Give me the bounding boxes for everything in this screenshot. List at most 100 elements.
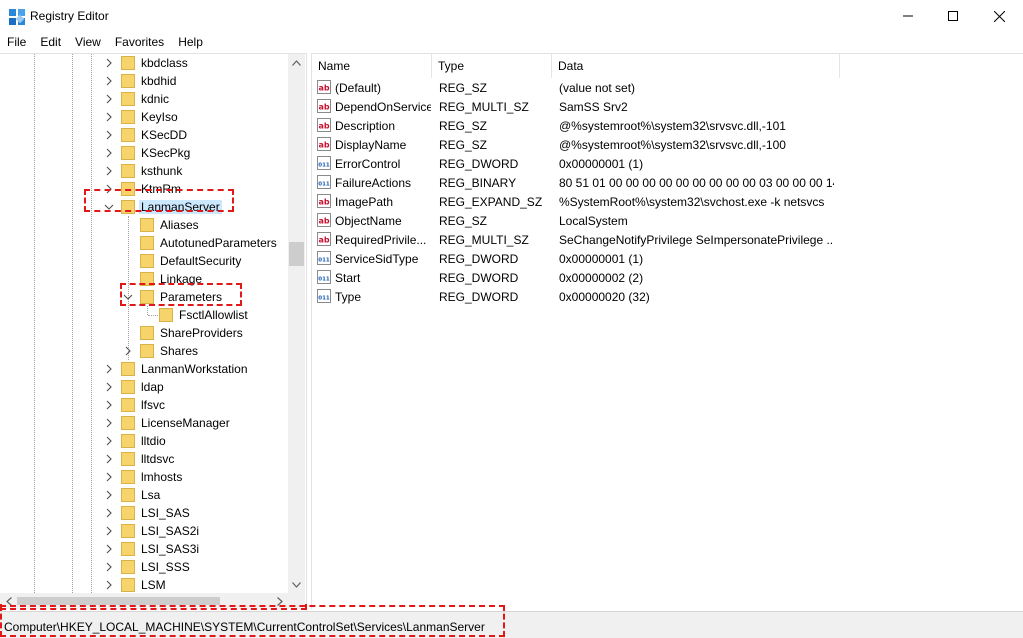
value-type: REG_SZ [439, 138, 488, 152]
tree-item-lsm[interactable]: LSM [0, 576, 288, 594]
string-value-icon: ab [317, 137, 331, 151]
menu-edit[interactable]: Edit [33, 32, 68, 52]
tree-item-lsa[interactable]: Lsa [0, 486, 288, 504]
chevron-right-icon[interactable] [104, 452, 114, 466]
value-row[interactable]: ab (Default) REG_SZ (value not set) [312, 78, 1023, 97]
tree-item-licensemanager[interactable]: LicenseManager [0, 414, 288, 432]
key-tree-pane[interactable]: kbdclass kbdhid kdnic KeyIso KSecDD KSecPkg ks… [0, 53, 307, 609]
tree-item-lsi-sss[interactable]: LSI_SSS [0, 558, 288, 576]
binary-value-icon: 011 [317, 289, 331, 303]
folder-icon [121, 92, 135, 106]
value-row[interactable]: 011 ErrorControl REG_DWORD 0x00000001 (1) [312, 154, 1023, 173]
menu-help[interactable]: Help [171, 32, 210, 52]
chevron-right-icon[interactable] [104, 74, 114, 88]
value-row[interactable]: ab Description REG_SZ @%systemroot%\system3… [312, 116, 1023, 135]
value-row[interactable]: ab ImagePath REG_EXPAND_SZ %SystemRoot%\sys… [312, 192, 1023, 211]
minimize-button[interactable] [885, 0, 931, 32]
value-type: REG_EXPAND_SZ [439, 195, 543, 209]
folder-icon [121, 524, 135, 538]
tree-item-shares[interactable]: Shares [0, 342, 288, 360]
chevron-right-icon[interactable] [104, 542, 114, 556]
tree-item-label: Aliases [160, 218, 199, 232]
folder-icon [140, 236, 154, 250]
tree-item-fsctlallowlist[interactable]: FsctlAllowlist [0, 306, 288, 324]
tree-item-defaultsecurity[interactable]: DefaultSecurity [0, 252, 288, 270]
chevron-right-icon[interactable] [123, 344, 133, 358]
chevron-right-icon[interactable] [104, 560, 114, 574]
chevron-right-icon[interactable] [104, 524, 114, 538]
scroll-up-button[interactable] [288, 54, 305, 71]
column-header-data[interactable]: Data [552, 54, 840, 78]
window-title: Registry Editor [30, 9, 109, 23]
tree-item-lsi-sas2i[interactable]: LSI_SAS2i [0, 522, 288, 540]
value-row[interactable]: ab DisplayName REG_SZ @%systemroot%\system3… [312, 135, 1023, 154]
close-button[interactable] [976, 0, 1022, 32]
tree-item-autotunedparameters[interactable]: AutotunedParameters [0, 234, 288, 252]
scroll-down-button[interactable] [288, 576, 305, 593]
chevron-right-icon[interactable] [104, 488, 114, 502]
chevron-right-icon[interactable] [104, 416, 114, 430]
value-row[interactable]: ab RequiredPrivile... REG_MULTI_SZ SeChange… [312, 230, 1023, 249]
tree-item-aliases[interactable]: Aliases [0, 216, 288, 234]
tree-item-lsi-sas3i[interactable]: LSI_SAS3i [0, 540, 288, 558]
tree-item-label: LSM [141, 578, 166, 592]
chevron-right-icon[interactable] [104, 398, 114, 412]
value-list-pane[interactable]: Name Type Data ab (Default) REG_SZ (value n… [311, 53, 1023, 609]
tree-item-lltdsvc[interactable]: lltdsvc [0, 450, 288, 468]
tree-item-shareproviders[interactable]: ShareProviders [0, 324, 288, 342]
tree-item-lsi-sas[interactable]: LSI_SAS [0, 504, 288, 522]
tree-item-label: lltdsvc [141, 452, 175, 466]
menu-file[interactable]: File [0, 32, 33, 52]
tree-item-label: LSI_SAS3i [141, 542, 200, 556]
highlight-parameters [120, 283, 242, 306]
chevron-right-icon[interactable] [104, 110, 114, 124]
tree-item-lltdio[interactable]: lltdio [0, 432, 288, 450]
column-header-name[interactable]: Name [312, 54, 432, 78]
tree-vertical-scrollbar[interactable] [288, 54, 305, 593]
tree-item-label: FsctlAllowlist [179, 308, 248, 322]
tree-item-ldap[interactable]: ldap [0, 378, 288, 396]
value-data: @%systemroot%\system32\srvsvc.dll,-100 [559, 138, 786, 152]
tree-item-lmhosts[interactable]: lmhosts [0, 468, 288, 486]
value-row[interactable]: 011 ServiceSidType REG_DWORD 0x00000001 (1) [312, 249, 1023, 268]
tree-item-kbdclass[interactable]: kbdclass [0, 54, 288, 72]
value-row[interactable]: 011 Type REG_DWORD 0x00000020 (32) [312, 287, 1023, 306]
chevron-right-icon[interactable] [104, 128, 114, 142]
tree-item-ksthunk[interactable]: ksthunk [0, 162, 288, 180]
string-value-icon: ab [317, 118, 331, 132]
tree-item-label: AutotunedParameters [160, 236, 277, 250]
scroll-thumb[interactable] [289, 242, 304, 266]
menu-favorites[interactable]: Favorites [108, 32, 171, 52]
chevron-right-icon[interactable] [104, 146, 114, 160]
chevron-right-icon[interactable] [104, 164, 114, 178]
value-name: ObjectName [335, 214, 402, 228]
tree-item-label: DefaultSecurity [160, 254, 242, 268]
value-row[interactable]: ab ObjectName REG_SZ LocalSystem [312, 211, 1023, 230]
value-row[interactable]: 011 Start REG_DWORD 0x00000002 (2) [312, 268, 1023, 287]
chevron-right-icon[interactable] [104, 56, 114, 70]
tree-item-ksecdd[interactable]: KSecDD [0, 126, 288, 144]
folder-icon [121, 506, 135, 520]
chevron-right-icon[interactable] [104, 506, 114, 520]
chevron-right-icon[interactable] [104, 434, 114, 448]
chevron-right-icon[interactable] [104, 362, 114, 376]
column-header-type[interactable]: Type [432, 54, 552, 78]
tree-item-kdnic[interactable]: kdnic [0, 90, 288, 108]
tree-item-label: KSecPkg [141, 146, 191, 160]
chevron-right-icon[interactable] [104, 380, 114, 394]
chevron-up-icon [292, 59, 301, 66]
tree-item-ksecpkg[interactable]: KSecPkg [0, 144, 288, 162]
chevron-right-icon[interactable] [104, 470, 114, 484]
chevron-right-icon[interactable] [104, 92, 114, 106]
menu-view[interactable]: View [68, 32, 108, 52]
folder-icon [121, 74, 135, 88]
value-row[interactable]: ab DependOnService REG_MULTI_SZ SamSS Srv2 [312, 97, 1023, 116]
value-row[interactable]: 011 FailureActions REG_BINARY 80 51 01 00 0… [312, 173, 1023, 192]
tree-item-kbdhid[interactable]: kbdhid [0, 72, 288, 90]
value-name: Type [335, 290, 362, 304]
tree-item-lanmanworkstation[interactable]: LanmanWorkstation [0, 360, 288, 378]
tree-item-lfsvc[interactable]: lfsvc [0, 396, 288, 414]
maximize-button[interactable] [930, 0, 976, 32]
tree-item-keyiso[interactable]: KeyIso [0, 108, 288, 126]
chevron-right-icon[interactable] [104, 578, 114, 592]
